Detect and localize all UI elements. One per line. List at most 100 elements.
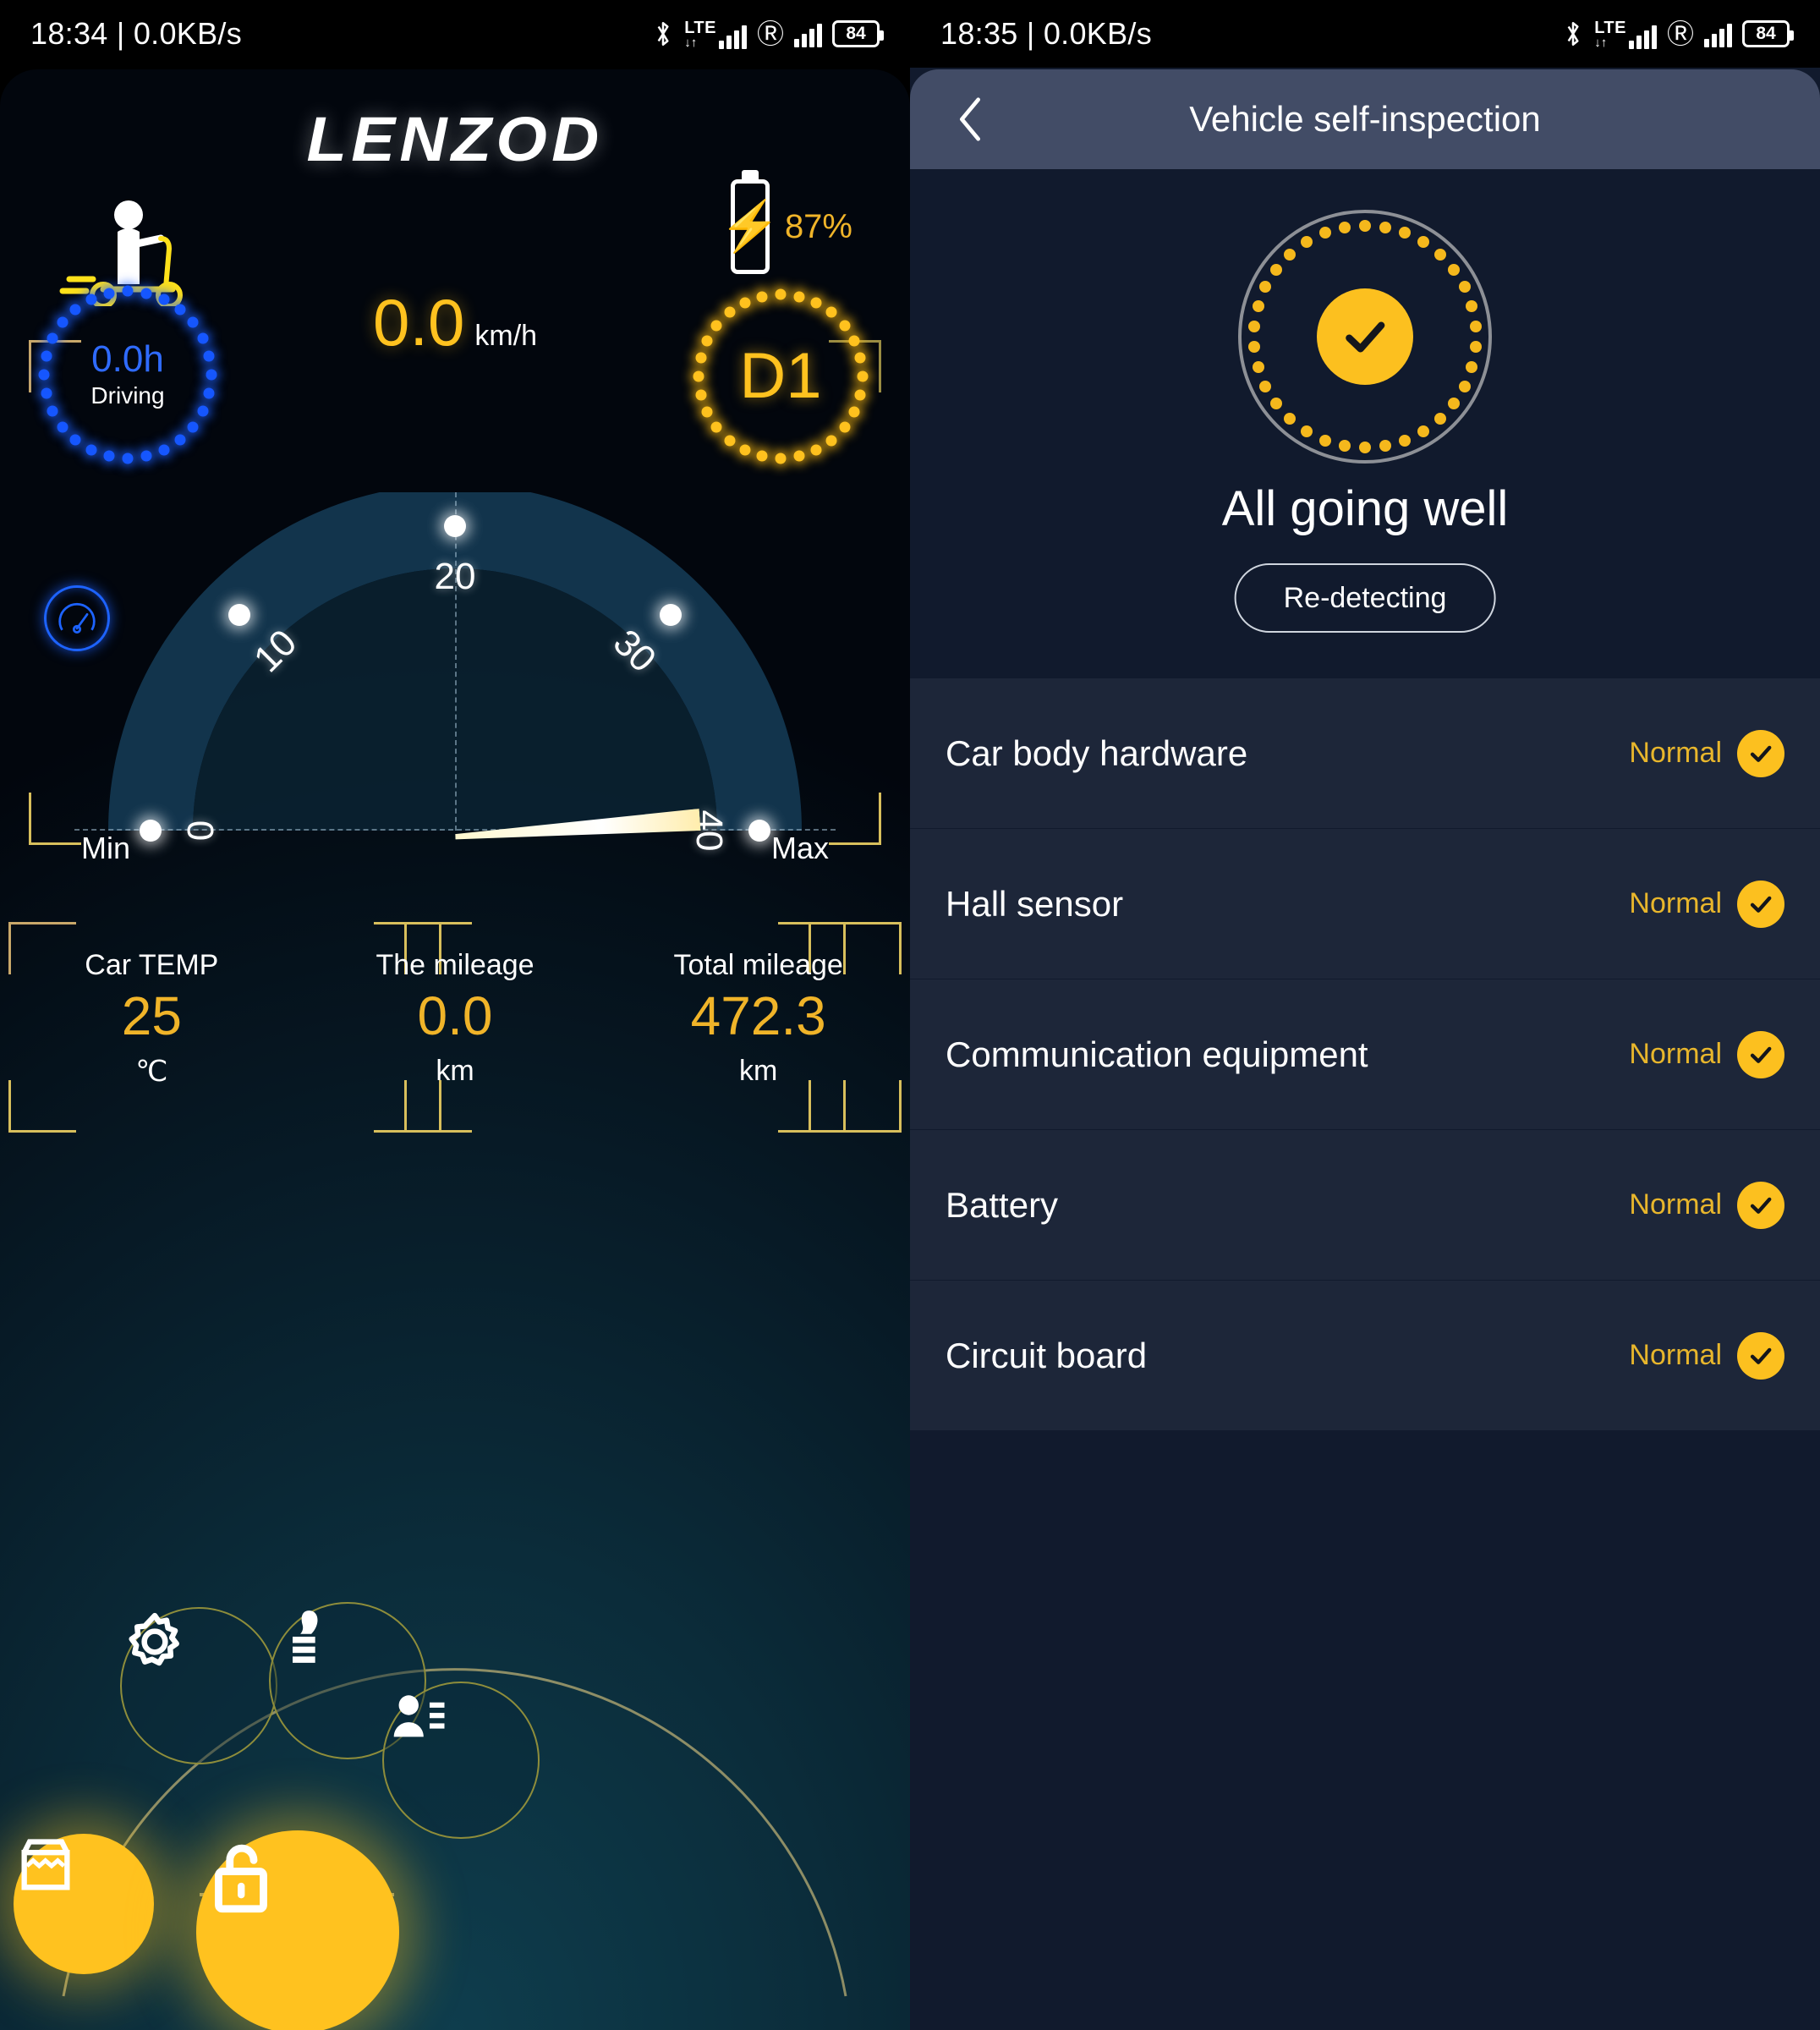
left-status-bar: 18:34 | 0.0KB/s LTE ↓↑ Ⓡ 84 — [0, 0, 910, 68]
vehicle-battery-indicator: ⚡ 87% — [719, 179, 852, 274]
stat-car-temp: Car TEMP 25 ℃ — [0, 949, 304, 1089]
list-item[interactable]: Hall sensor Normal — [910, 829, 1820, 979]
battery-status-icon: 84 — [1742, 20, 1794, 47]
nav-store-button[interactable] — [14, 1834, 154, 1974]
left-status-icons: LTE ↓↑ Ⓡ 84 — [652, 19, 884, 49]
stat-label: The mileage — [376, 949, 534, 981]
signal-bars-icon — [1628, 22, 1657, 49]
lte-arrows: ↓↑ — [1594, 35, 1608, 50]
stat-total-mileage: Total mileage 472.3 km — [606, 949, 910, 1089]
right-status-icons: LTE ↓↑ Ⓡ 84 — [1562, 19, 1794, 49]
signal-bars-2-icon — [794, 20, 822, 47]
inspection-screen: 18:35 | 0.0KB/s LTE ↓↑ Ⓡ 84 Vehicle self… — [910, 0, 1820, 2030]
gauge-max-label: Max — [770, 831, 829, 865]
battery-status-icon: 84 — [832, 20, 884, 47]
status-check-badge — [1317, 288, 1413, 385]
inspection-list: Car body hardware Normal Hall sensor Nor… — [910, 678, 1820, 1431]
gauge-tick-dot — [659, 604, 682, 627]
item-status-text: Normal — [1629, 1038, 1722, 1070]
gauge-min-label: Min — [81, 831, 131, 865]
gauge-vertical-guide — [455, 492, 457, 831]
bluetooth-icon — [1567, 21, 1579, 47]
unlock-icon — [215, 1844, 267, 1913]
item-name: Battery — [946, 1184, 1059, 1225]
signal-bars-icon — [718, 22, 747, 49]
nav-settings-button[interactable] — [120, 1607, 277, 1764]
lte-label: LTE — [1594, 18, 1626, 37]
item-name: Communication equipment — [946, 1034, 1368, 1074]
charging-bolt-icon: ⚡ — [719, 199, 781, 254]
right-status-time: 18:35 | 0.0KB/s — [940, 16, 1153, 51]
inspection-result-headline: All going well — [1221, 481, 1509, 536]
gauge-tick-dot — [228, 604, 251, 627]
item-status: Normal — [1629, 1331, 1784, 1380]
dashboard-card: LENZOD ⚡ 87% 0.0h Driving D1 0.0 km/h 0 … — [0, 69, 910, 2030]
user-list-icon — [393, 1695, 445, 1737]
nav-profile-button[interactable] — [382, 1682, 540, 1839]
lte-signal-icon: LTE ↓↑ — [684, 19, 747, 49]
signal-bars-2-icon — [1704, 20, 1732, 47]
battery-status-level: 84 — [846, 24, 866, 43]
speed-value: 0.0 — [372, 285, 465, 359]
chevron-left-icon — [959, 97, 981, 141]
item-name: Hall sensor — [946, 883, 1124, 924]
item-check-icon — [1737, 1331, 1784, 1380]
speed-readout: 0.0 km/h — [0, 289, 910, 355]
bluetooth-icon — [657, 21, 669, 47]
item-name: Circuit board — [946, 1335, 1148, 1375]
lte-signal-icon: LTE ↓↑ — [1594, 19, 1657, 49]
stat-label: Car TEMP — [85, 949, 219, 981]
dual-screenshot: 18:34 | 0.0KB/s LTE ↓↑ Ⓡ 84 LENZOD ⚡ 87%… — [0, 0, 1820, 2030]
battery-icon: ⚡ — [719, 179, 781, 274]
left-status-time: 18:34 | 0.0KB/s — [30, 16, 243, 51]
stat-label: Total mileage — [673, 949, 843, 981]
item-status: Normal — [1629, 880, 1784, 928]
item-status: Normal — [1629, 1181, 1784, 1229]
store-icon — [21, 1839, 70, 1890]
item-check-icon — [1737, 1030, 1784, 1078]
right-status-bar: 18:35 | 0.0KB/s LTE ↓↑ Ⓡ 84 — [910, 0, 1820, 68]
check-icon — [1346, 321, 1385, 353]
item-name: Car body hardware — [946, 732, 1248, 773]
stat-value: 0.0 — [417, 985, 493, 1046]
gauge-minmax-labels: Min Max — [0, 831, 910, 866]
back-button[interactable] — [944, 93, 996, 145]
item-status: Normal — [1629, 729, 1784, 777]
list-item[interactable]: Battery Normal — [910, 1130, 1820, 1281]
brush-icon — [293, 1610, 318, 1663]
stat-the-mileage: The mileage 0.0 km — [304, 949, 607, 1089]
list-item[interactable]: Circuit board Normal — [910, 1281, 1820, 1431]
item-check-icon — [1737, 1181, 1784, 1229]
stat-unit: ℃ — [135, 1056, 168, 1088]
item-status-text: Normal — [1629, 1339, 1722, 1371]
speed-gauge: 0 10 20 30 40 — [74, 492, 836, 851]
stat-unit: km — [436, 1055, 474, 1087]
stats-row: Car TEMP 25 ℃ The mileage 0.0 km Total m… — [0, 949, 910, 1089]
gauge-tick-dot — [444, 515, 466, 537]
battery-status-level: 84 — [1756, 24, 1776, 43]
gauge-tick-label: 20 — [434, 556, 476, 597]
list-item[interactable]: Car body hardware Normal — [910, 678, 1820, 829]
redetect-button[interactable]: Re-detecting — [1234, 563, 1496, 633]
list-item[interactable]: Communication equipment Normal — [910, 979, 1820, 1130]
brand-logo: LENZOD — [306, 104, 604, 174]
stat-value: 472.3 — [690, 985, 826, 1046]
page-title: Vehicle self-inspection — [1189, 99, 1541, 139]
item-check-icon — [1737, 729, 1784, 777]
inspection-body: All going well Re-detecting Car body har… — [910, 169, 1820, 2030]
dashboard-screen: 18:34 | 0.0KB/s LTE ↓↑ Ⓡ 84 LENZOD ⚡ 87%… — [0, 0, 910, 2030]
stat-value: 25 — [121, 985, 182, 1046]
gear-icon — [129, 1612, 179, 1666]
inspection-header: Vehicle self-inspection — [910, 69, 1820, 169]
nav-unlock-button[interactable] — [196, 1830, 399, 2030]
lte-label: LTE — [684, 18, 716, 37]
lte-arrows: ↓↑ — [684, 35, 698, 50]
inspection-status-ring — [1238, 210, 1492, 464]
roaming-icon: Ⓡ — [756, 19, 784, 49]
item-check-icon — [1737, 880, 1784, 928]
roaming-icon: Ⓡ — [1666, 19, 1694, 49]
item-status-text: Normal — [1629, 737, 1722, 769]
item-status-text: Normal — [1629, 887, 1722, 919]
stat-unit: km — [739, 1055, 778, 1087]
speed-unit: km/h — [474, 320, 538, 352]
